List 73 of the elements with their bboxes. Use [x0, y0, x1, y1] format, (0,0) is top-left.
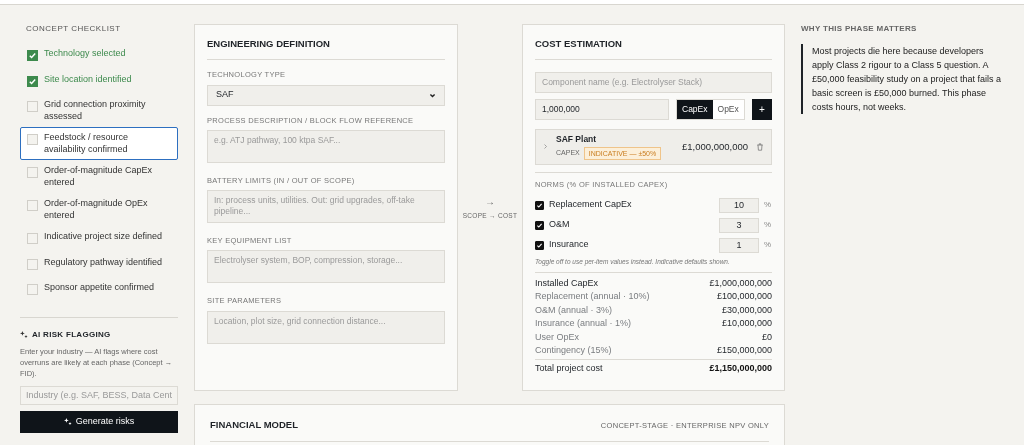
trash-icon[interactable]: [756, 142, 764, 151]
card-title: FINANCIAL MODEL: [210, 418, 298, 432]
summary-label: Installed CapEx: [535, 276, 599, 290]
technology-select[interactable]: SAF: [207, 84, 445, 106]
checklist-label: Feedstock / resource availability confirmed: [44, 132, 130, 155]
summary-label: Insurance (annual · 1%): [535, 317, 632, 331]
item-name: SAF Plant: [556, 133, 598, 147]
summary-value: £150,000,000: [716, 344, 772, 358]
checkbox[interactable]: [27, 75, 38, 87]
summary-label: Replacement (annual · 10%): [535, 290, 650, 304]
checklist-item[interactable]: Order-of-magnitude OpEx entered: [20, 193, 178, 226]
checklist-label: Indicative project size defined: [44, 231, 163, 243]
type-toggle[interactable]: OpEx: [712, 99, 744, 119]
checklist-label: Order-of-magnitude CapEx entered: [44, 165, 154, 188]
summary-value: £30,000,000: [721, 303, 772, 317]
summary-label: Contingency (15%): [535, 344, 612, 358]
unit-text: %: [764, 239, 772, 251]
summary-value: £10,000,000: [721, 317, 772, 331]
sparkle-icon: [20, 330, 28, 339]
summary-value: £0: [762, 330, 772, 344]
summary-value: £1,000,000,000: [709, 276, 772, 290]
norm-field[interactable]: 3: [719, 217, 759, 233]
unit-text: %: [764, 219, 772, 231]
text-area[interactable]: e.g. ATJ pathway, 100 ktpa SAF...: [207, 129, 445, 163]
item-amount: £1,000,000,000: [681, 139, 748, 154]
unit-text: %: [764, 199, 772, 211]
norm-checkbox[interactable]: [535, 240, 544, 250]
card-title: ENGINEERING DEFINITION: [207, 37, 445, 61]
chevron-right-icon: [543, 144, 548, 150]
checklist-item[interactable]: Feedstock / resource availability confirmed: [20, 127, 178, 160]
component-name-field[interactable]: Component name (e.g. Electrolyser Stack): [535, 71, 772, 93]
norm-field[interactable]: 1: [719, 237, 759, 253]
checklist-label: Sponsor appetite confirmed: [44, 282, 155, 294]
checklist-item[interactable]: Site location identified: [20, 68, 178, 94]
checklist-item[interactable]: Technology selected: [20, 43, 178, 69]
checklist-item[interactable]: Order-of-magnitude CapEx entered: [20, 160, 178, 193]
checklist-label: Order-of-magnitude OpEx entered: [44, 198, 149, 221]
section-title: AI RISK FLAGGING: [32, 328, 111, 341]
text-area[interactable]: Electrolyser system, BOP, compression, storage...: [207, 250, 445, 284]
checklist-label: Grid connection proximity assessed: [44, 99, 147, 122]
section-title: WHY THIS PHASE MATTERS: [801, 23, 918, 35]
checklist-label: Site location identified: [44, 73, 132, 85]
norm-label: O&M: [549, 218, 570, 232]
norm-label: Insurance: [549, 238, 589, 252]
checklist-label: Regulatory pathway identified: [44, 256, 163, 268]
add-button[interactable]: +: [752, 98, 772, 120]
type-toggle[interactable]: CapEx: [677, 99, 713, 119]
checkbox[interactable]: [27, 50, 38, 61]
chevron-down-icon: [429, 91, 436, 99]
card-title: COST ESTIMATION: [535, 37, 772, 61]
amount-field[interactable]: 1,000,000: [535, 98, 669, 120]
checklist-item[interactable]: Grid connection proximity assessed: [20, 94, 178, 127]
arrow-text: →: [485, 195, 495, 210]
norm-checkbox[interactable]: [535, 220, 544, 230]
norm-checkbox[interactable]: [535, 200, 544, 210]
norm-field[interactable]: 10: [719, 197, 759, 213]
checklist-label: Technology selected: [44, 48, 126, 60]
industry-field[interactable]: Industry (e.g. SAF, BESS, Data Cent: [20, 385, 178, 405]
norm-label: Replacement CapEx: [549, 198, 632, 212]
checklist-item[interactable]: Sponsor appetite confirmed: [20, 277, 178, 303]
summary-value: £100,000,000: [716, 290, 772, 304]
sparkle-icon: [63, 418, 72, 426]
text-area[interactable]: Location, plot size, grid connection distance...: [207, 310, 445, 344]
quote-text: Most projects die here because developers apply Class 2 rigour to a Class 5 question. A £50,000 feasibility study on a project that fails a basic screen is £50,000 burned. This phase costs hours, not weeks.: [801, 44, 1003, 114]
summary-value: £1,150,000,000: [709, 361, 772, 375]
summary-label: Total project cost: [535, 361, 603, 375]
section-title: CONCEPT CHECKLIST: [26, 23, 122, 35]
summary-label: O&M (annual · 3%): [535, 303, 613, 317]
checklist-item[interactable]: Indicative project size defined: [20, 226, 178, 252]
summary-label: User OpEx: [535, 330, 579, 344]
text-area[interactable]: In: process units, utilities. Out: grid upgrades, off-take pipeline...: [207, 190, 445, 223]
generate-risks-button[interactable]: Generate risks: [20, 411, 178, 433]
checklist-item[interactable]: Regulatory pathway identified: [20, 251, 178, 277]
